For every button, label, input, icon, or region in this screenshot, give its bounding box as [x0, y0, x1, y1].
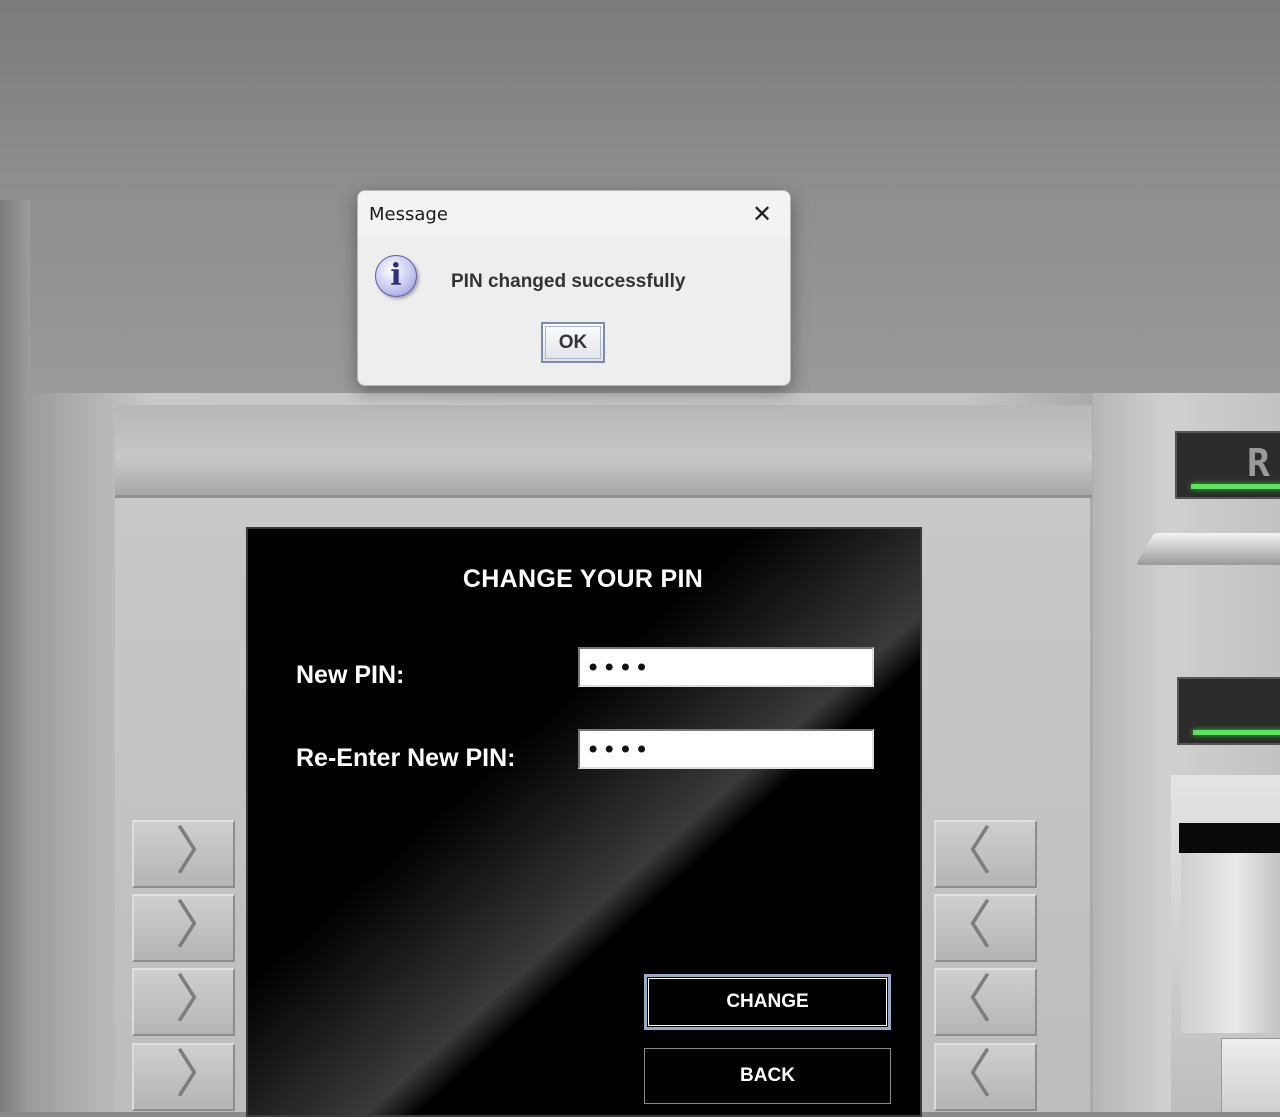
right-side-key-1[interactable]: 〈 — [934, 820, 1037, 888]
left-side-key-2[interactable]: 〉 — [132, 894, 235, 962]
screen-title: CHANGE YOUR PIN — [462, 565, 704, 593]
cash-dispenser-flap — [1181, 853, 1280, 1033]
back-button[interactable]: BACK — [644, 1048, 891, 1104]
chevron-right-icon: 〉 — [174, 1045, 227, 1105]
chevron-right-icon: 〉 — [174, 822, 227, 882]
left-side-key-4[interactable]: 〉 — [132, 1043, 235, 1111]
card-slot-sign-text: R — [1247, 441, 1270, 485]
card-slot-led — [1191, 484, 1280, 489]
chevron-left-icon: 〈 — [940, 970, 993, 1030]
right-side-key-2[interactable]: 〈 — [934, 894, 1037, 962]
card-slot — [1135, 533, 1280, 565]
ok-button[interactable]: OK — [541, 322, 605, 363]
atm-screen: CHANGE YOUR PIN New PIN: •••• Re-Enter N… — [246, 527, 922, 1117]
keypad-corner — [1221, 1038, 1280, 1112]
right-side-key-3[interactable]: 〈 — [934, 968, 1037, 1036]
new-pin-label: New PIN: — [296, 661, 405, 689]
message-dialog: Message ✕ i PIN changed successfully OK — [357, 190, 791, 386]
left-side-key-1[interactable]: 〉 — [132, 820, 235, 888]
dialog-title: Message — [369, 204, 448, 225]
reenter-pin-field[interactable]: •••• — [578, 729, 874, 769]
receipt-led — [1193, 730, 1280, 735]
receipt-sign — [1177, 677, 1280, 745]
cash-dispenser-slot — [1179, 823, 1280, 853]
info-icon: i — [375, 255, 417, 297]
dialog-message: PIN changed successfully — [451, 271, 686, 292]
new-pin-field[interactable]: •••• — [578, 647, 874, 687]
atm-top-bezel — [115, 405, 1092, 498]
left-side-key-3[interactable]: 〉 — [132, 968, 235, 1036]
chevron-right-icon: 〉 — [174, 896, 227, 956]
card-slot-sign: R — [1175, 431, 1280, 499]
chevron-left-icon: 〈 — [940, 1045, 993, 1105]
dialog-titlebar[interactable]: Message ✕ — [358, 191, 790, 237]
chevron-left-icon: 〈 — [940, 896, 993, 956]
chevron-right-icon: 〉 — [174, 970, 227, 1030]
atm-right-module: R — [1093, 393, 1280, 1112]
close-icon[interactable]: ✕ — [742, 195, 782, 233]
right-side-key-4[interactable]: 〈 — [934, 1043, 1037, 1111]
change-button[interactable]: CHANGE — [644, 974, 891, 1030]
chevron-left-icon: 〈 — [940, 822, 993, 882]
reenter-pin-label: Re-Enter New PIN: — [296, 744, 516, 772]
